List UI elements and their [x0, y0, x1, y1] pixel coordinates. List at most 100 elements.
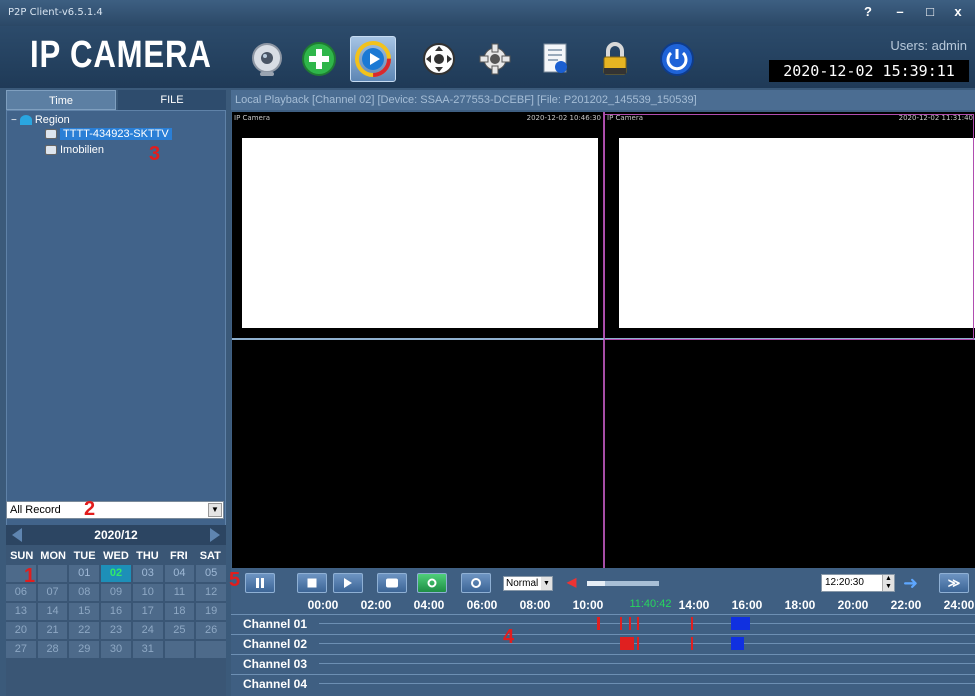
calendar-day[interactable]: 01 [69, 565, 100, 582]
annotation-2: 2 [84, 498, 96, 520]
calendar-day[interactable]: 24 [132, 622, 163, 639]
speed-select[interactable]: Normal ▼ [503, 576, 553, 591]
record-segment[interactable] [619, 637, 635, 650]
record-segment[interactable] [597, 617, 600, 630]
dropdown-arrow-icon[interactable]: ▼ [208, 503, 222, 517]
add-icon[interactable] [296, 36, 342, 82]
record-segment[interactable] [629, 617, 632, 630]
timeline-channel-row[interactable]: Channel 01 [231, 614, 975, 632]
pause-button[interactable] [245, 573, 275, 593]
annotation-5: 5 [229, 569, 241, 591]
calendar-day[interactable]: 08 [69, 584, 100, 601]
jump-time-input[interactable]: 12:20:30 ▲ ▼ [821, 574, 895, 592]
calendar-day[interactable]: 29 [69, 641, 100, 658]
calendar-day[interactable]: 28 [37, 641, 68, 658]
calendar-day[interactable]: 04 [164, 565, 195, 582]
dropdown-arrow-icon[interactable]: ▼ [541, 577, 552, 590]
power-icon[interactable] [654, 36, 700, 82]
help-button[interactable]: ? [857, 3, 879, 21]
calendar-day[interactable]: 18 [164, 603, 195, 620]
calendar-day[interactable]: 27 [6, 641, 36, 658]
calendar-day[interactable]: 19 [196, 603, 226, 620]
expand-button[interactable]: ≫ [939, 573, 969, 593]
log-document-icon[interactable] [532, 36, 578, 82]
calendar-day[interactable]: 15 [69, 603, 100, 620]
timeline-channel-row[interactable]: Channel 03 [231, 654, 975, 672]
brand-logo: IP CAMERA [30, 34, 212, 76]
collapse-icon[interactable]: − [11, 115, 17, 126]
video-cell-3[interactable] [232, 340, 603, 568]
calendar-day[interactable]: 23 [101, 622, 131, 639]
record-segment[interactable] [691, 617, 694, 630]
calendar-day[interactable]: 17 [132, 603, 163, 620]
record-type-value: All Record [10, 504, 61, 516]
prev-month-icon[interactable] [12, 528, 22, 542]
left-panel: Time FILE − Region TTTT-434923-SKTTV Imo… [6, 90, 226, 696]
current-user: Users: admin [890, 38, 967, 53]
timeline-channel-row[interactable]: Channel 04 [231, 674, 975, 692]
tab-file[interactable]: FILE [118, 90, 226, 110]
calendar-day[interactable]: 25 [164, 622, 195, 639]
webcam-icon[interactable] [244, 36, 290, 82]
record-segment-alarm[interactable] [731, 617, 750, 630]
calendar-day[interactable]: 10 [132, 584, 163, 601]
calendar-empty-cell [37, 565, 68, 582]
timeline-channel-row[interactable]: Channel 02 [231, 634, 975, 652]
snapshot-button[interactable] [377, 573, 407, 593]
calendar-day[interactable]: 11 [164, 584, 195, 601]
calendar-day[interactable]: 22 [69, 622, 100, 639]
step-forward-button[interactable] [333, 573, 363, 593]
timeline-tick: 10:00 [572, 598, 604, 612]
calendar-day[interactable]: 20 [6, 622, 36, 639]
calendar-empty-cell [164, 641, 195, 658]
tree-root[interactable]: − Region [11, 114, 70, 126]
tree-device-1[interactable]: TTTT-434923-SKTTV [45, 128, 172, 140]
playback-icon[interactable] [350, 36, 396, 82]
go-arrow-icon[interactable]: ➜ [903, 573, 918, 593]
calendar-day[interactable]: 12 [196, 584, 226, 601]
lock-icon[interactable] [592, 36, 638, 82]
tree-root-label: Region [34, 114, 70, 126]
tab-time[interactable]: Time [6, 90, 116, 110]
calendar-day[interactable]: 09 [101, 584, 131, 601]
tree-device-2[interactable]: Imobilien [45, 144, 104, 156]
ptz-icon[interactable] [416, 36, 462, 82]
calendar-day[interactable]: 03 [132, 565, 163, 582]
volume-slider[interactable] [587, 581, 659, 586]
calendar-day[interactable]: 14 [37, 603, 68, 620]
record-type-select[interactable]: All Record ▼ [6, 501, 224, 519]
next-month-icon[interactable] [210, 528, 220, 542]
window-title: P2P Client-v6.5.1.4 [8, 7, 103, 18]
calendar-day[interactable]: 02 [101, 565, 131, 582]
record-segment[interactable] [619, 617, 622, 630]
stop-button[interactable] [297, 573, 327, 593]
video-cell-1[interactable]: IP Camera 2020-12-02 10:46:30 [232, 112, 603, 338]
fullscreen-button[interactable] [461, 573, 491, 593]
calendar-day[interactable]: 30 [101, 641, 131, 658]
minimize-button[interactable]: – [889, 3, 911, 21]
record-segment[interactable] [691, 637, 694, 650]
calendar-day[interactable]: 31 [132, 641, 163, 658]
calendar-day[interactable]: 16 [101, 603, 131, 620]
calendar-day[interactable]: 13 [6, 603, 36, 620]
record-segment-alarm[interactable] [731, 637, 745, 650]
calendar-day[interactable]: 07 [37, 584, 68, 601]
timeline-tick: 00:00 [307, 598, 339, 612]
timeline[interactable]: 00:00 02:00 04:00 06:00 08:00 10:00 11:40:42 14… [231, 596, 975, 696]
settings-gear-icon[interactable] [472, 36, 518, 82]
tree-device-label: Imobilien [60, 144, 105, 156]
annotation-3: 3 [149, 143, 161, 165]
camera-snapshot-icon [386, 578, 398, 588]
video-cell-4[interactable] [605, 340, 975, 568]
record-segment[interactable] [637, 637, 640, 650]
record-segment[interactable] [637, 617, 640, 630]
calendar-day[interactable]: 21 [37, 622, 68, 639]
crosshair-icon [471, 578, 481, 588]
search-record-button[interactable] [417, 573, 447, 593]
close-button[interactable]: x [947, 3, 969, 21]
volume-mute-icon[interactable]: ◀ [567, 575, 581, 590]
maximize-button[interactable]: □ [919, 3, 941, 21]
time-spinner-icon[interactable]: ▲ ▼ [882, 575, 894, 591]
calendar-day[interactable]: 05 [196, 565, 226, 582]
calendar-day[interactable]: 26 [196, 622, 226, 639]
